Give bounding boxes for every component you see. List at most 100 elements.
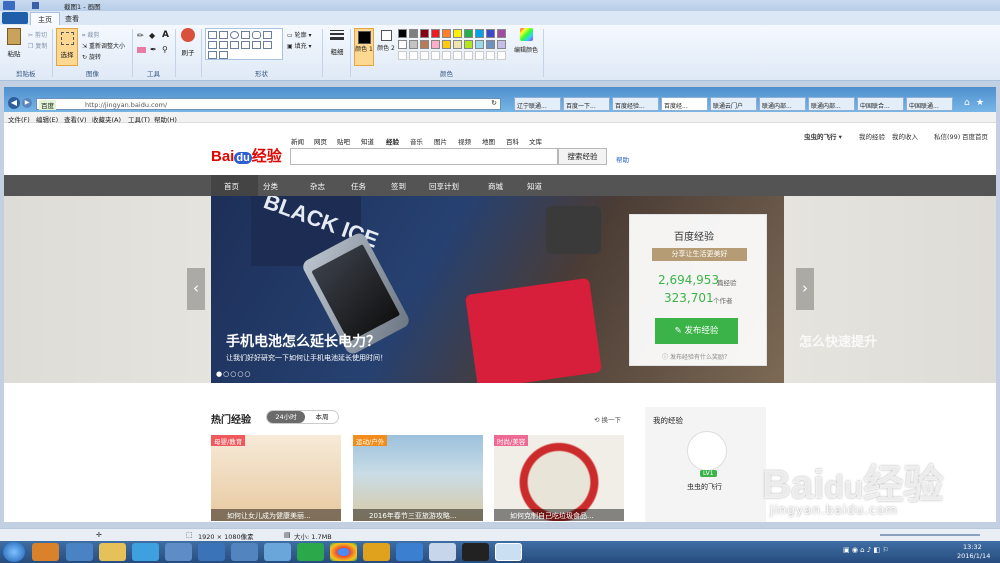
eraser-tool[interactable] (137, 47, 146, 53)
taskbar-app-8[interactable] (264, 543, 291, 561)
color-picker-tool[interactable]: ✒ (150, 45, 157, 54)
copy-button[interactable]: ❐ 复制 (28, 41, 47, 50)
custom-swatch[interactable] (475, 51, 484, 60)
line-shape[interactable] (208, 31, 217, 39)
forward-icon[interactable]: ▶ (22, 98, 32, 108)
my-income-link[interactable]: 我的收入 (892, 131, 918, 141)
palette-swatch[interactable] (420, 40, 429, 49)
edit-colors-button[interactable]: 编辑颜色 (512, 28, 540, 64)
paint-app-icon[interactable] (3, 1, 15, 10)
reward-link[interactable]: ⓘ 发布经验有什么奖励？ (662, 352, 730, 361)
cut-button[interactable]: ✂ 剪切 (28, 30, 47, 39)
browser-tab[interactable]: 联通内部... (759, 97, 806, 111)
palette-swatch[interactable] (497, 40, 506, 49)
search-tab[interactable]: 贴吧 (337, 136, 350, 146)
search-tab[interactable]: 音乐 (410, 136, 423, 146)
pentagon-shape[interactable] (230, 41, 239, 49)
rotate-button[interactable]: ↻ 旋转 (82, 52, 101, 61)
magnifier-tool[interactable]: ⚲ (162, 45, 168, 54)
fill-button[interactable]: ▣ 填充 ▾ (287, 41, 312, 50)
my-exp-link[interactable]: 我的经验 (859, 131, 885, 141)
messages-link[interactable]: 私信(99) (934, 131, 960, 141)
search-tab[interactable]: 地图 (482, 136, 495, 146)
search-tab[interactable]: 视频 (458, 136, 471, 146)
nav-item[interactable]: 回享计划 (429, 181, 459, 192)
color2-button[interactable]: 颜色 2 (377, 28, 395, 66)
taskbar-app-1[interactable] (32, 543, 59, 561)
resize-button[interactable]: ⇲ 重新调整大小 (82, 41, 125, 50)
palette-swatch[interactable] (464, 29, 473, 38)
outline-button[interactable]: ▭ 轮廓 ▾ (287, 30, 312, 39)
crop-button[interactable]: ⌗ 裁剪 (82, 30, 99, 40)
browser-tab[interactable]: 百度经... (661, 97, 708, 111)
palette-swatch[interactable] (486, 40, 495, 49)
baidu-jingyan-logo[interactable]: Bai du 经验 (211, 145, 282, 166)
card-caption-1[interactable]: 如何让女儿成为健康美丽... (211, 509, 341, 521)
palette-swatch[interactable] (409, 29, 418, 38)
palette-swatch[interactable] (398, 29, 407, 38)
search-button[interactable]: 搜索经验 (558, 148, 607, 165)
custom-swatch[interactable] (486, 51, 495, 60)
custom-swatch[interactable] (409, 51, 418, 60)
refresh-link[interactable]: ⟲ 换一下 (594, 414, 621, 424)
lightning-shape[interactable] (219, 51, 228, 59)
carousel-prev-arrow[interactable]: ‹ (187, 268, 205, 310)
rectangle-shape[interactable] (241, 31, 250, 39)
palette-swatch[interactable] (475, 40, 484, 49)
help-link[interactable]: 帮助 (616, 154, 629, 164)
baidu-home-link[interactable]: 百度首页 (962, 131, 988, 141)
search-tab[interactable]: 新闻 (291, 136, 304, 146)
back-icon[interactable]: ◀ (8, 97, 20, 109)
palette-swatch[interactable] (486, 29, 495, 38)
polygon-shape[interactable] (263, 31, 272, 39)
palette-swatch[interactable] (409, 40, 418, 49)
custom-swatch[interactable] (453, 51, 462, 60)
custom-swatch[interactable] (398, 51, 407, 60)
clock-time[interactable]: 13:32 (963, 543, 982, 551)
heart-shape[interactable] (208, 51, 217, 59)
publish-button[interactable]: ✎ 发布经验 (655, 318, 738, 344)
nav-item[interactable]: 商城 (488, 181, 503, 192)
taskbar-app-5[interactable] (165, 543, 192, 561)
custom-swatch[interactable] (497, 51, 506, 60)
save-quick-icon[interactable] (32, 2, 39, 9)
fill-tool[interactable]: ◆ (149, 31, 155, 40)
tab-view[interactable]: 查看 (58, 12, 86, 25)
refresh-icon[interactable]: ↻ (491, 99, 497, 107)
palette-swatch[interactable] (453, 40, 462, 49)
tab-24h[interactable]: 24小时 (267, 411, 305, 423)
card-caption-2[interactable]: 2016年春节三亚旅游攻略... (353, 509, 483, 521)
taskbar-app-7[interactable] (231, 543, 258, 561)
file-menu-button[interactable] (2, 12, 28, 24)
callout-shape[interactable] (263, 41, 272, 49)
palette-swatch[interactable] (442, 40, 451, 49)
my-exp-username[interactable]: 虫虫的飞行 (687, 482, 722, 492)
taskbar-explorer[interactable] (99, 543, 126, 561)
browser-tab[interactable]: 百度一下... (563, 97, 610, 111)
browser-tab[interactable]: 联通内部... (808, 97, 855, 111)
tab-week[interactable]: 本周 (305, 411, 339, 423)
custom-swatch[interactable] (431, 51, 440, 60)
custom-swatch[interactable] (442, 51, 451, 60)
search-tab[interactable]: 经验 (386, 136, 399, 146)
start-button[interactable] (3, 542, 25, 562)
custom-swatch[interactable] (420, 51, 429, 60)
arrow-shape[interactable] (241, 41, 250, 49)
palette-swatch[interactable] (431, 40, 440, 49)
taskbar-app-13[interactable] (429, 543, 456, 561)
search-input[interactable] (290, 148, 558, 165)
text-tool[interactable]: A (162, 30, 169, 40)
clock-date[interactable]: 2016/1/14 (957, 552, 990, 560)
taskbar-app-6[interactable] (198, 543, 225, 561)
search-tab[interactable]: 文库 (529, 136, 542, 146)
diamond-shape[interactable] (219, 41, 228, 49)
browser-tab[interactable]: 联通云门户 (710, 97, 757, 111)
zoom-slider[interactable] (880, 534, 980, 536)
nav-item[interactable]: 杂志 (310, 181, 325, 192)
brushes-button[interactable]: 刷子 (178, 28, 198, 64)
search-tab[interactable]: 知道 (361, 136, 374, 146)
home-icon[interactable]: ⌂ (964, 98, 970, 108)
search-tab[interactable]: 图片 (434, 136, 447, 146)
star-shape[interactable] (252, 41, 261, 49)
avatar[interactable] (687, 431, 727, 471)
